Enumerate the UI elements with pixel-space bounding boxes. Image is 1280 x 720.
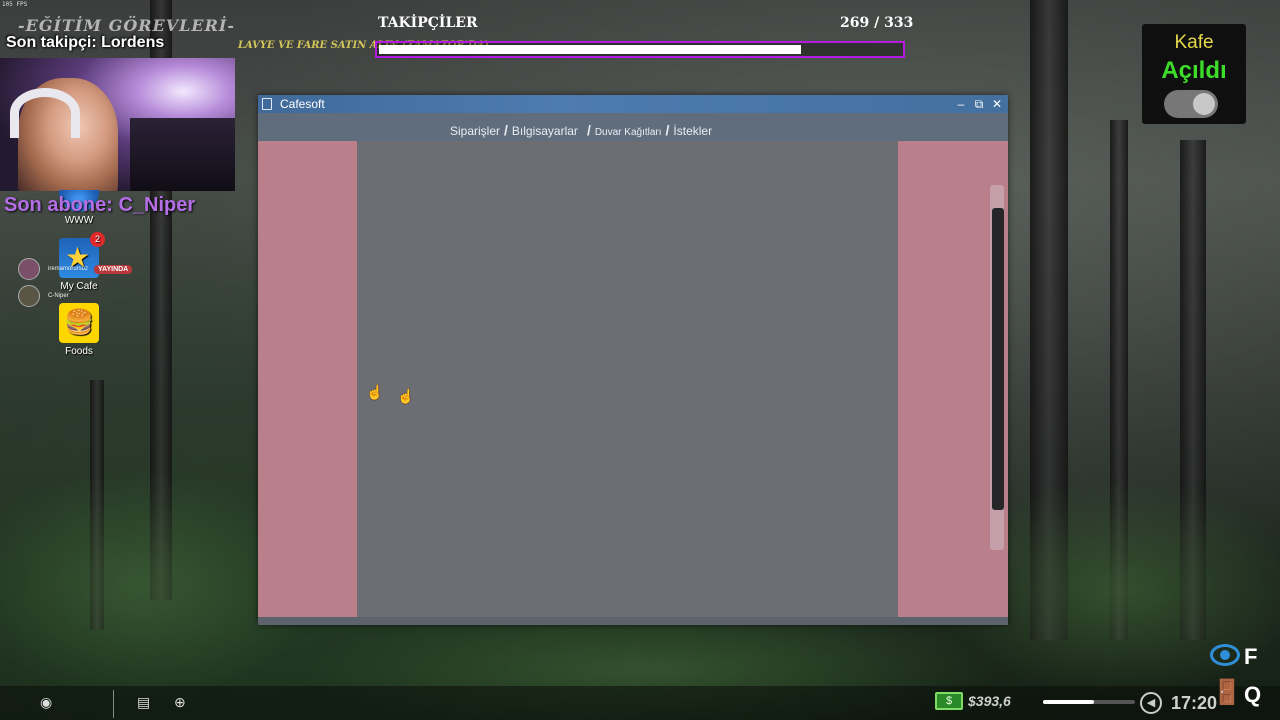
- main-content-pane[interactable]: [357, 141, 898, 617]
- money-display: $ $393,6: [935, 692, 1011, 710]
- app-icon: [262, 98, 272, 110]
- viewer-name: iremamorursuz: [48, 266, 89, 272]
- followers-count: 269 / 333: [840, 15, 914, 31]
- scrollbar-thumb[interactable]: [992, 208, 1004, 510]
- viewer-row: iremamorursuz YAYINDA: [18, 258, 133, 280]
- last-subscriber-label: Son abone: C_Niper: [4, 194, 196, 216]
- globe-icon[interactable]: ⊕: [174, 694, 186, 711]
- viewer-row: C-Niper: [18, 285, 69, 307]
- taskbar: ◉ ▤ ⊕ $ $393,6 ◀ 17:20: [0, 686, 1280, 720]
- window-bottom-edge: [258, 617, 1008, 625]
- maximize-button[interactable]: ⧉: [970, 95, 988, 113]
- money-value: $393,6: [968, 693, 1011, 709]
- document-icon[interactable]: ▤: [137, 694, 150, 711]
- tab-computers[interactable]: Bılgisayarlar: [511, 124, 579, 138]
- followers-progress-fill: [379, 45, 801, 54]
- fps-counter: 105 FPS: [2, 1, 28, 8]
- cafe-status: Açıldı: [1161, 57, 1227, 84]
- taskbar-divider: [113, 690, 114, 718]
- settings-icon[interactable]: ◉: [40, 694, 52, 711]
- hand-cursor-icon: ☝: [397, 388, 415, 404]
- avatar: [18, 258, 40, 280]
- desktop-icon-label: Foods: [65, 346, 93, 357]
- food-icon: 🍔: [59, 303, 99, 343]
- close-button[interactable]: ✕: [988, 95, 1006, 113]
- avatar: [18, 285, 40, 307]
- tab-wallpapers[interactable]: Duvar Kağıtları: [594, 127, 663, 138]
- webcam-desk: [130, 118, 235, 191]
- last-follower-label: Son takipçi: Lordens: [6, 34, 165, 51]
- window-title: Cafesoft: [280, 97, 325, 111]
- webcam-feed: [0, 58, 235, 191]
- eye-icon: [1210, 644, 1240, 666]
- headset-icon: [10, 88, 80, 138]
- viewer-name: C-Niper: [48, 293, 69, 299]
- tab-orders[interactable]: Siparişler: [449, 124, 501, 138]
- hand-cursor-icon: ☝: [366, 384, 384, 400]
- window-controls: – ⧉ ✕: [952, 95, 1006, 113]
- speaker-icon[interactable]: ◀: [1140, 692, 1162, 714]
- volume-slider[interactable]: [1043, 700, 1135, 704]
- clock: 17:20: [1171, 693, 1218, 713]
- cash-icon: $: [935, 692, 963, 710]
- volume-level: [1043, 700, 1094, 704]
- left-side-panel: [258, 141, 357, 617]
- exit-door-icon: 🚪: [1212, 679, 1242, 706]
- exit-key-hint: Q: [1244, 682, 1262, 707]
- minimize-button[interactable]: –: [952, 95, 970, 113]
- cafe-label: Kafe: [1174, 32, 1214, 53]
- window-nav: Siparişler / Bılgisayarlar / Duvar Kağıt…: [258, 113, 1008, 141]
- interact-key-hint: F: [1244, 644, 1258, 669]
- desktop-icon-foods[interactable]: 🍔 Foods: [49, 303, 109, 357]
- cafe-open-toggle[interactable]: [1164, 90, 1218, 118]
- cafesoft-window: Cafesoft – ⧉ ✕ Siparişler / Bılgisayarla…: [258, 95, 1008, 625]
- tab-requests[interactable]: İstekler: [672, 124, 713, 138]
- tasks-title: -EĞİTİM GÖREVLERİ-: [18, 16, 236, 35]
- nav-separator: /: [665, 122, 670, 138]
- notification-badge: 2: [90, 232, 105, 247]
- followers-progress-bar: [375, 41, 905, 58]
- cafe-status-panel: Kafe Açıldı: [1142, 24, 1246, 124]
- followers-label: TAKİPÇİLER: [378, 15, 478, 31]
- window-titlebar[interactable]: Cafesoft – ⧉ ✕: [258, 95, 1008, 113]
- nav-separator: /: [586, 122, 591, 138]
- live-badge: YAYINDA: [94, 264, 133, 274]
- nav-separator: /: [504, 122, 508, 138]
